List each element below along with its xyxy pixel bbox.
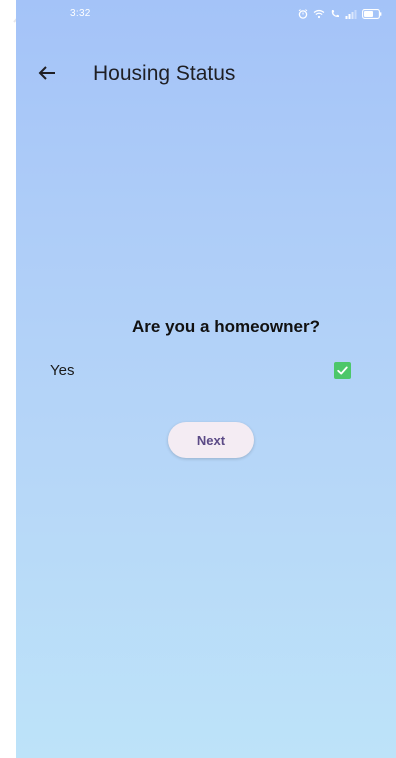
option-yes-label: Yes [50, 362, 75, 379]
question-text: Are you a homeowner? [132, 317, 320, 336]
app-screen: 3:32 Housing Status Are you a homeowner?… [16, 0, 396, 758]
signal-icon [345, 9, 357, 19]
next-button[interactable]: Next [168, 422, 254, 458]
status-time: 3:32 [70, 8, 91, 19]
battery-icon [362, 9, 382, 19]
yes-checkbox[interactable] [334, 362, 351, 379]
alarm-icon [298, 9, 308, 19]
option-yes-row[interactable]: Yes [16, 356, 396, 384]
page-title: Housing Status [93, 62, 236, 85]
status-icons [298, 8, 382, 20]
phone-frame: 3:32 Housing Status Are you a homeowner?… [0, 0, 396, 758]
arrow-left-icon [38, 66, 55, 80]
status-bar: 3:32 [16, 0, 396, 34]
checkmark-icon [337, 366, 348, 375]
app-bar: Housing Status [16, 56, 396, 92]
back-button[interactable] [34, 60, 60, 86]
wifi-icon [313, 9, 325, 19]
call-icon [330, 9, 340, 19]
